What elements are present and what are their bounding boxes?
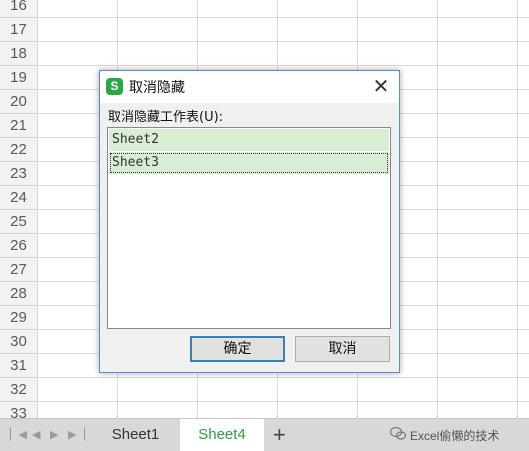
prev-sheet-icon[interactable]: ◀	[32, 428, 40, 441]
wps-spreadsheet-icon: S	[106, 78, 123, 95]
wechat-icon	[389, 426, 407, 444]
tab-sheet1[interactable]: Sheet1	[93, 419, 178, 451]
list-label: 取消隐藏工作表(U):	[108, 110, 224, 125]
row-header[interactable]: 24	[0, 186, 37, 210]
row-header[interactable]: 17	[0, 18, 37, 42]
last-sheet-icon[interactable]: ▶▕	[68, 428, 85, 441]
cancel-button[interactable]: 取消	[295, 336, 390, 362]
hidden-sheets-list[interactable]: Sheet2 Sheet3	[107, 127, 391, 329]
row-header[interactable]: 32	[0, 378, 37, 402]
row-header[interactable]: 27	[0, 258, 37, 282]
close-button[interactable]: ✕	[369, 75, 393, 99]
row-header[interactable]: 29	[0, 306, 37, 330]
sheet-tab-bar: ▏◀ ◀ ▶ ▶▕ Sheet1 Sheet4 + Excel偷懒的技术	[0, 418, 529, 451]
row-header[interactable]: 21	[0, 114, 37, 138]
next-sheet-icon[interactable]: ▶	[50, 428, 58, 441]
dialog-title: 取消隐藏	[129, 79, 185, 95]
tab-sheet4[interactable]: Sheet4	[180, 419, 264, 451]
row-header[interactable]: 23	[0, 162, 37, 186]
row-header[interactable]: 16	[0, 0, 37, 18]
row-header[interactable]: 33	[0, 402, 37, 418]
watermark-text: Excel偷懒的技术	[410, 429, 500, 443]
list-item-sheet2[interactable]: Sheet2	[109, 129, 389, 151]
first-sheet-icon[interactable]: ▏◀	[10, 428, 27, 441]
grid-line	[38, 377, 529, 378]
row-header[interactable]: 28	[0, 282, 37, 306]
watermark: Excel偷懒的技术	[389, 426, 500, 444]
unhide-sheet-dialog: S 取消隐藏 ✕ 取消隐藏工作表(U): Sheet2 Sheet3 确定 取消	[99, 70, 400, 373]
add-sheet-button[interactable]: +	[273, 421, 286, 449]
grid-line	[38, 65, 529, 66]
row-header[interactable]: 18	[0, 42, 37, 66]
dialog-titlebar[interactable]: S 取消隐藏 ✕	[100, 71, 399, 103]
grid-line	[38, 17, 529, 18]
row-header[interactable]: 31	[0, 354, 37, 378]
row-header[interactable]: 26	[0, 234, 37, 258]
grid-line	[517, 0, 518, 418]
row-header[interactable]: 25	[0, 210, 37, 234]
ok-button[interactable]: 确定	[190, 336, 285, 362]
row-header[interactable]: 20	[0, 90, 37, 114]
list-item-sheet3[interactable]: Sheet3	[109, 152, 389, 174]
row-header[interactable]: 30	[0, 330, 37, 354]
row-header[interactable]: 22	[0, 138, 37, 162]
row-header[interactable]: 19	[0, 66, 37, 90]
grid-line	[437, 0, 438, 418]
row-headers: 16 17 18 19 20 21 22 23 24 25 26 27 28 2…	[0, 0, 38, 418]
grid-line	[38, 401, 529, 402]
grid-line	[38, 41, 529, 42]
